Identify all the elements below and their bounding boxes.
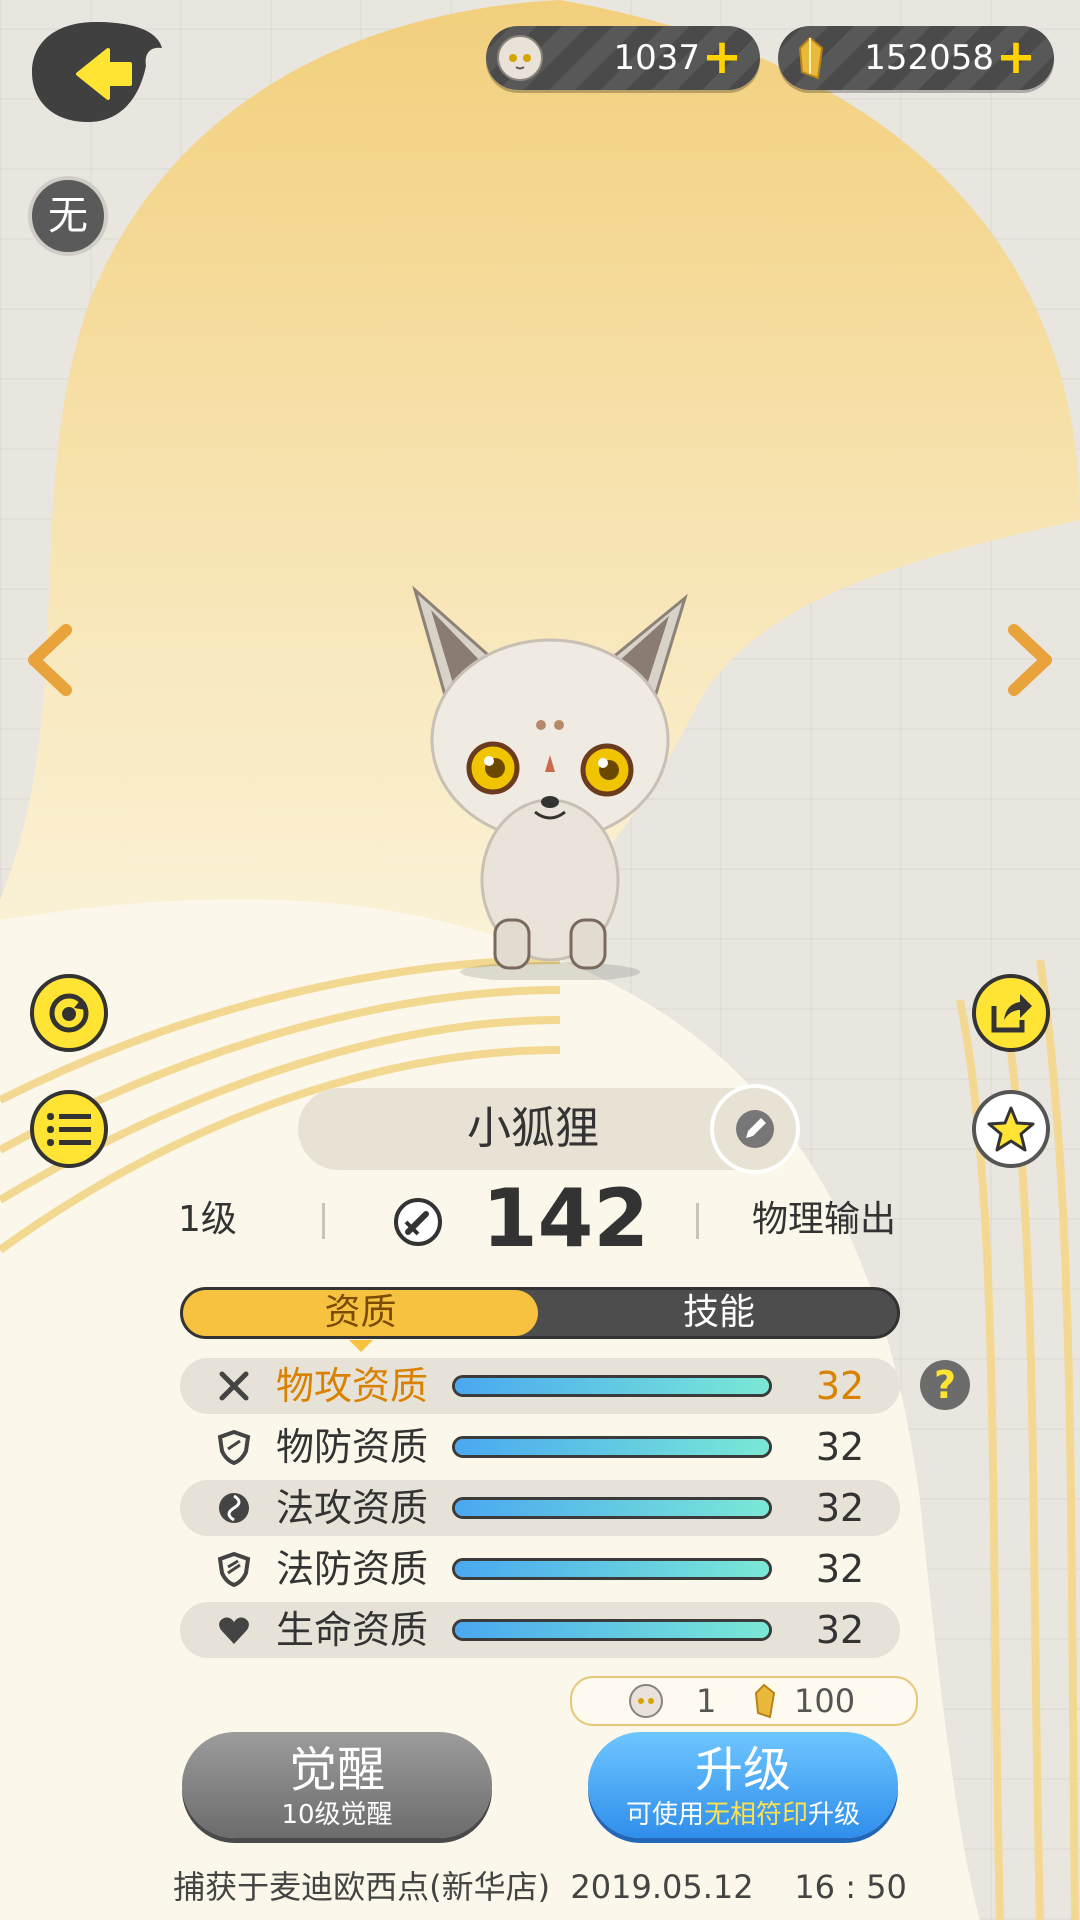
upgrade-sub-prefix: 可使用 [625,1800,704,1830]
attribute-row-magic-attack: 法攻资质 32 [180,1480,900,1536]
crystal-currency-value: 152058 [864,38,994,78]
crossed-swords-icon [219,1371,249,1401]
divider [696,1203,699,1239]
attribute-value: 32 [815,1486,865,1530]
attribute-row-health: 生命资质 32 [180,1602,900,1658]
attribute-row-phys-attack: 物攻资质 32 [180,1358,900,1414]
help-button[interactable]: ? [920,1360,970,1410]
pet-name-bar: 小狐狸 [298,1084,800,1174]
upgrade-sub-highlight: 无相符印 [703,1800,808,1830]
attribute-bar [452,1375,772,1397]
share-button[interactable] [972,974,1050,1052]
combat-power-icon [394,1198,442,1246]
crystal-cost-value: 100 [794,1682,856,1720]
divider [322,1203,325,1239]
awaken-sublabel: 10级觉醒 [281,1800,393,1830]
attribute-value: 32 [815,1425,865,1469]
attribute-bar [452,1619,772,1641]
attribute-label: 物攻资质 [276,1364,429,1408]
chevron-right-icon [1008,624,1052,696]
tab-aptitude[interactable]: 资质 [183,1290,538,1352]
add-crystal-button[interactable]: + [992,33,1040,82]
status-badge: 无 [28,176,108,256]
attribute-label: 法攻资质 [276,1486,429,1530]
upgrade-sub-suffix: 升级 [808,1800,861,1830]
shield-icon [217,1429,251,1465]
share-icon [991,994,1032,1033]
awaken-button[interactable]: 觉醒 10级觉醒 [182,1732,492,1838]
upgrade-button[interactable]: 升级 可使用无相符印升级 [588,1732,898,1838]
combat-power-value: 142 [482,1172,649,1265]
attribute-bar [452,1497,772,1519]
pencil-icon [736,1110,774,1148]
gold-crystal-icon [798,36,824,80]
pet-name: 小狐狸 [467,1103,599,1154]
capture-info: 捕获于麦迪欧西点(新华店) 2019.05.12 16 : 50 [173,1868,907,1906]
tab-skills[interactable]: 技能 [538,1290,900,1336]
tab-bar: 资质 技能 [180,1287,900,1352]
star-icon [987,1106,1035,1152]
menu-list-button[interactable] [30,1090,108,1168]
favorite-button[interactable] [972,1090,1050,1168]
refresh-pet-icon [49,993,89,1033]
gold-crystal-icon [754,1683,776,1719]
rename-button[interactable] [710,1084,800,1174]
fox-face-icon [497,35,543,81]
pet-cost-value: 1 [696,1682,717,1720]
attribute-bar [452,1436,772,1458]
pet-currency-value: 1037 [613,38,700,78]
upgrade-sublabel: 可使用无相符印升级 [588,1800,898,1830]
status-badge-text: 无 [48,193,88,239]
heart-icon [219,1617,249,1644]
pet-fox-model [412,585,688,980]
attribute-value: 32 [815,1364,865,1408]
attribute-label: 生命资质 [276,1608,429,1652]
attribute-value: 32 [815,1547,865,1591]
magic-swirl-icon [219,1493,249,1523]
attribute-row-phys-defense: 物防资质 32 [180,1419,900,1475]
attribute-row-magic-defense: 法防资质 32 [180,1541,900,1597]
awaken-label: 觉醒 [288,1742,385,1798]
magic-shield-icon [217,1551,251,1587]
list-icon [47,1113,91,1146]
add-pet-currency-button[interactable]: + [698,33,746,82]
back-button[interactable] [26,18,166,128]
pet-role: 物理输出 [752,1199,897,1240]
swap-pet-button[interactable] [30,974,108,1052]
previous-pet-button[interactable] [20,620,80,700]
upgrade-label: 升级 [694,1742,791,1798]
attribute-label: 物防资质 [276,1425,429,1469]
pet-level: 1级 [178,1199,237,1240]
next-pet-button[interactable] [1000,620,1060,700]
pet-currency: 1037 + [486,26,760,90]
chevron-left-icon [28,624,72,696]
crystal-currency: 152058 + [778,26,1054,90]
back-arrow-icon [32,22,162,122]
attribute-label: 法防资质 [276,1547,429,1591]
upgrade-cost: 1 100 [570,1676,918,1726]
attribute-bar [452,1558,772,1580]
attribute-value: 32 [815,1608,865,1652]
fox-face-icon [629,1684,663,1718]
